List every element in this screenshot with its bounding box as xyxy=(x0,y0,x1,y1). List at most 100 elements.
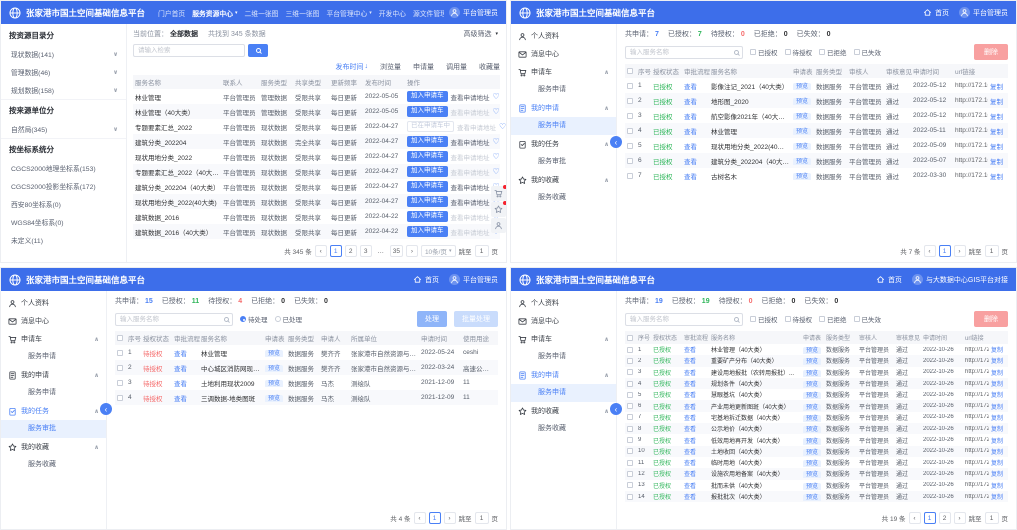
next-page-button[interactable]: › xyxy=(954,245,966,257)
sidebar-item-cart[interactable]: 申请车∧ xyxy=(511,330,616,348)
next-page-button[interactable]: › xyxy=(406,245,418,257)
nav-item-service-resource-center[interactable]: 服务资源中心▾ xyxy=(192,8,237,18)
view-address-link[interactable]: 查看申请地址 xyxy=(451,167,490,177)
view-flow-link[interactable]: 查看 xyxy=(684,345,711,354)
add-to-cart-button[interactable]: 加入申请车 xyxy=(407,91,448,102)
view-flow-link[interactable]: 查看 xyxy=(174,348,201,358)
copy-link[interactable]: 复制 xyxy=(991,447,1003,456)
view-address-link[interactable]: 查看申请地址 xyxy=(451,212,490,222)
search-input[interactable] xyxy=(115,313,233,326)
home-link[interactable]: 首页 xyxy=(923,8,949,18)
sort-tab-views[interactable]: 浏览量 xyxy=(380,62,401,72)
search-input[interactable] xyxy=(133,44,245,57)
add-to-cart-button[interactable]: 加入申请车 xyxy=(407,181,448,192)
prev-page-button[interactable]: ‹ xyxy=(909,512,921,524)
row-checkbox[interactable] xyxy=(627,173,633,179)
preview-form-link[interactable]: 预览 xyxy=(793,158,811,165)
preview-form-link[interactable]: 预览 xyxy=(803,370,821,377)
preview-form-link[interactable]: 预览 xyxy=(803,483,821,490)
copy-link[interactable]: 复制 xyxy=(990,96,1003,106)
user-menu[interactable]: 平台管理员 xyxy=(449,274,498,285)
next-page-button[interactable]: › xyxy=(954,512,966,524)
view-address-link[interactable]: 查看申请地址 xyxy=(451,92,490,102)
row-checkbox[interactable] xyxy=(627,448,633,454)
nav-item-source-file-center[interactable]: 源文件管理中心 xyxy=(413,8,444,18)
advanced-filter-dropdown[interactable]: 高级筛选▾ xyxy=(463,29,500,39)
preview-form-link[interactable]: 预览 xyxy=(803,494,821,501)
preview-form-link[interactable]: 预览 xyxy=(803,460,821,467)
preview-form-link[interactable]: 预览 xyxy=(803,381,821,388)
sidebar-subitem-service-application[interactable]: 服务申请 xyxy=(511,384,616,402)
view-address-link[interactable]: 查看申请地址 xyxy=(451,152,490,162)
row-checkbox[interactable] xyxy=(627,83,633,89)
jump-page-input[interactable]: 1 xyxy=(475,245,489,257)
sidebar-item-xian80[interactable]: 西安80坐标系(0) xyxy=(1,195,126,213)
view-address-link[interactable]: 查看申请地址 xyxy=(451,137,490,147)
row-checkbox[interactable] xyxy=(627,414,633,420)
page-button-35[interactable]: 35 xyxy=(390,245,403,257)
add-to-cart-button[interactable]: 加入申请车 xyxy=(407,196,448,207)
user-menu[interactable]: 平台管理员 xyxy=(959,7,1008,18)
cart-float-button[interactable] xyxy=(491,186,506,201)
copy-link[interactable]: 复制 xyxy=(991,481,1003,490)
view-flow-link[interactable]: 查看 xyxy=(174,363,201,373)
sidebar-item-my-tasks[interactable]: 我的任务∧ xyxy=(1,402,106,420)
view-flow-link[interactable]: 查看 xyxy=(174,378,201,388)
view-flow-link[interactable]: 查看 xyxy=(684,481,711,490)
filter-expired[interactable]: 已失效 xyxy=(854,47,882,57)
search-input[interactable] xyxy=(625,46,743,59)
nav-item-dev-center[interactable]: 开发中心 xyxy=(379,8,406,18)
row-checkbox[interactable] xyxy=(627,143,633,149)
nav-item-2d-map[interactable]: 二维一张图 xyxy=(245,8,279,18)
row-checkbox[interactable] xyxy=(117,395,123,401)
view-address-link[interactable]: 查看申请地址 xyxy=(457,122,496,132)
sidebar-item-my-favorites[interactable]: 我的收藏∧ xyxy=(1,438,106,456)
delete-button[interactable]: 删除 xyxy=(974,311,1008,327)
preview-form-link[interactable]: 预览 xyxy=(803,426,821,433)
preview-form-link[interactable]: 预览 xyxy=(803,347,821,354)
add-to-cart-button[interactable]: 加入申请车 xyxy=(407,106,448,117)
view-flow-link[interactable]: 查看 xyxy=(684,141,711,151)
view-flow-link[interactable]: 查看 xyxy=(684,469,711,478)
preview-form-link[interactable]: 预览 xyxy=(265,365,283,372)
favorite-icon[interactable]: ♡ xyxy=(493,138,500,146)
preview-form-link[interactable]: 预览 xyxy=(803,471,821,478)
delete-button[interactable]: 删除 xyxy=(974,44,1008,60)
copy-link[interactable]: 复制 xyxy=(991,345,1003,354)
nav-item-portal-home[interactable]: 门户首页 xyxy=(158,8,185,18)
preview-form-link[interactable]: 预览 xyxy=(265,350,283,357)
view-flow-link[interactable]: 查看 xyxy=(684,413,711,422)
sort-tab-calls[interactable]: 调用量 xyxy=(446,62,467,72)
prev-page-button[interactable]: ‹ xyxy=(924,245,936,257)
copy-link[interactable]: 复制 xyxy=(991,492,1003,501)
row-checkbox[interactable] xyxy=(627,460,633,466)
preview-form-link[interactable]: 预览 xyxy=(803,449,821,456)
filter-pending[interactable]: 待授权 xyxy=(785,314,813,324)
view-flow-link[interactable]: 查看 xyxy=(684,126,711,136)
next-page-button[interactable]: › xyxy=(444,512,456,524)
page-button-2[interactable]: 2 xyxy=(939,512,951,524)
view-flow-link[interactable]: 查看 xyxy=(684,390,711,399)
favorite-icon[interactable]: ♡ xyxy=(499,123,506,131)
jump-page-input[interactable]: 1 xyxy=(475,512,489,524)
search-input[interactable] xyxy=(625,313,743,326)
view-address-link[interactable]: 查看申请地址 xyxy=(451,227,490,237)
view-flow-link[interactable]: 查看 xyxy=(684,111,711,121)
view-flow-link[interactable]: 查看 xyxy=(684,356,711,365)
copy-link[interactable]: 复制 xyxy=(991,368,1003,377)
view-flow-link[interactable]: 查看 xyxy=(174,393,201,403)
copy-link[interactable]: 复制 xyxy=(990,81,1003,91)
search-button[interactable] xyxy=(248,44,268,57)
handle-button[interactable]: 处理 xyxy=(417,311,447,327)
add-to-cart-button[interactable]: 加入申请车 xyxy=(407,226,448,237)
copy-link[interactable]: 复制 xyxy=(991,413,1003,422)
sidebar-item-my-applications[interactable]: 我的申请∧ xyxy=(1,366,106,384)
filter-pending[interactable]: 待授权 xyxy=(785,47,813,57)
view-flow-link[interactable]: 查看 xyxy=(684,458,711,467)
view-flow-link[interactable]: 查看 xyxy=(684,492,711,501)
row-checkbox[interactable] xyxy=(627,347,633,353)
favorite-icon[interactable]: ♡ xyxy=(493,108,500,116)
row-checkbox[interactable] xyxy=(627,158,633,164)
sidebar-subitem-service-application[interactable]: 服务申请 xyxy=(1,384,106,402)
page-button-1[interactable]: 1 xyxy=(924,512,936,524)
